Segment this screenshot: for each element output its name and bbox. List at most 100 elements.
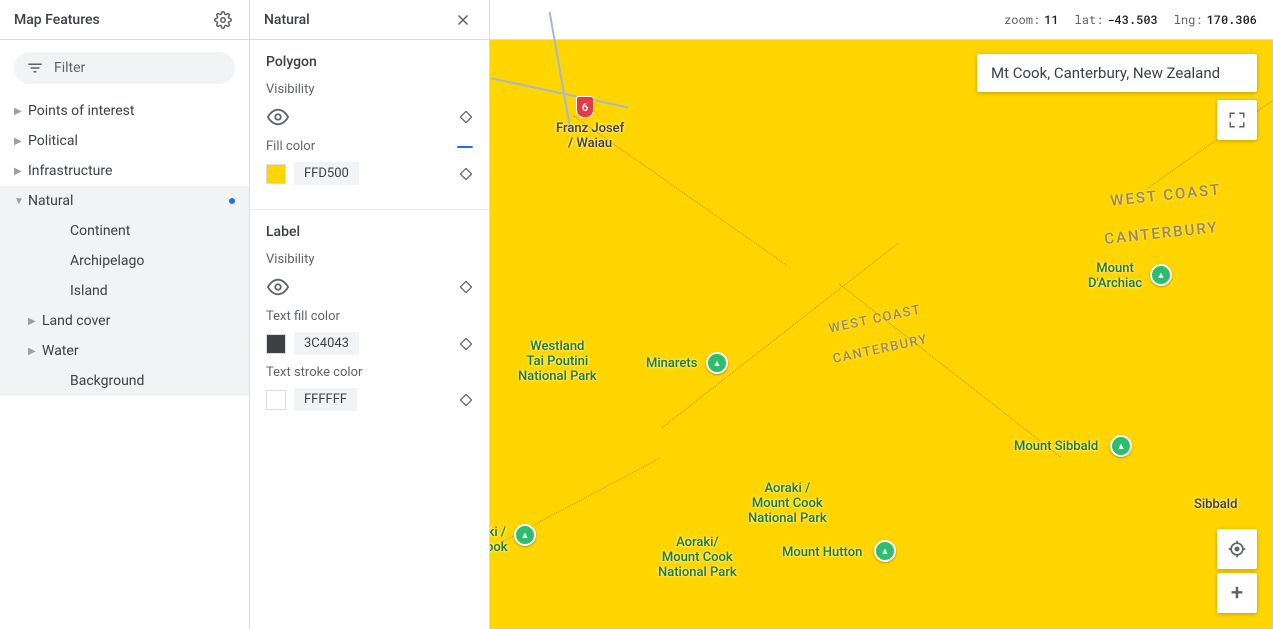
polygon-visibility-row <box>266 105 473 129</box>
gear-icon[interactable] <box>211 8 235 32</box>
mountain-pin-icon <box>1110 435 1132 457</box>
chevron-right-icon: ▶ <box>28 316 42 327</box>
mountain-pin-icon <box>706 352 728 374</box>
active-indicator-icon <box>457 146 473 148</box>
tree-label: Continent <box>42 223 235 239</box>
eye-icon[interactable] <box>266 275 290 299</box>
region-west-coast-2: WEST COAST <box>827 302 922 336</box>
map-label-franz-josef: Franz Josef / Waiau <box>556 122 624 152</box>
close-icon[interactable] <box>451 8 475 32</box>
tree-label: Background <box>42 373 235 389</box>
eye-icon[interactable] <box>266 105 290 129</box>
chevron-down-icon: ▼ <box>14 196 28 207</box>
tree-item-natural[interactable]: ▼ Natural <box>0 186 249 216</box>
text-stroke-input[interactable]: FFFFFF <box>266 388 357 411</box>
zoom-in-button[interactable]: + <box>1217 573 1257 613</box>
route-badge: 6 <box>576 96 594 118</box>
filter-row: Filter <box>0 40 249 96</box>
plus-icon: + <box>1231 581 1243 606</box>
fill-color-label: Fill color <box>266 139 473 154</box>
search-input[interactable]: Mt Cook, Canterbury, New Zealand <box>977 54 1257 92</box>
tree-label: Island <box>42 283 235 299</box>
text-fill-row: 3C4043 <box>266 332 473 355</box>
filter-placeholder: Filter <box>54 60 85 76</box>
inherit-diamond-icon[interactable] <box>459 167 473 181</box>
locate-icon <box>1227 539 1247 559</box>
label-visibility-label: Visibility <box>266 252 473 267</box>
chevron-right-icon: ▶ <box>14 166 28 177</box>
map-label-darchiac: Mount D'Archiac <box>1088 262 1142 292</box>
text-stroke-label: Text stroke color <box>266 365 473 380</box>
tree-item-political[interactable]: ▶ Political <box>0 126 249 156</box>
region-canterbury-1: CANTERBURY <box>1103 218 1219 248</box>
map-label-minarets: Minarets <box>646 357 697 372</box>
fill-color-row: FFD500 <box>266 162 473 185</box>
fill-color-hex[interactable]: FFD500 <box>294 162 359 185</box>
detail-header: Natural <box>250 0 489 40</box>
text-fill-input[interactable]: 3C4043 <box>266 332 359 355</box>
map-area[interactable]: zoom: 11 lat: -43.503 lng: 170.306 6 Fra… <box>490 0 1273 629</box>
modified-dot-icon <box>229 198 235 204</box>
polygon-section: Polygon Visibility Fill color FFD500 <box>250 40 489 210</box>
tree-item-poi[interactable]: ▶ Points of interest <box>0 96 249 126</box>
tree-label: Land cover <box>42 313 235 329</box>
status-zoom: zoom: 11 <box>1004 12 1058 28</box>
tree-label: Political <box>28 133 235 149</box>
text-fill-hex[interactable]: 3C4043 <box>294 332 359 355</box>
chevron-right-icon: ▶ <box>14 136 28 147</box>
label-visibility-row <box>266 275 473 299</box>
inherit-diamond-icon[interactable] <box>459 337 473 351</box>
locate-button[interactable] <box>1217 529 1257 569</box>
features-header: Map Features <box>0 0 249 40</box>
mountain-pin-icon <box>514 524 536 546</box>
border-line <box>839 284 1060 457</box>
inherit-diamond-icon[interactable] <box>459 110 473 124</box>
fill-color-input[interactable]: FFD500 <box>266 162 359 185</box>
inherit-diamond-icon[interactable] <box>459 280 473 294</box>
tree-label: Archipelago <box>42 253 235 269</box>
tree-item-archipelago[interactable]: ▶ Archipelago <box>0 246 249 276</box>
fullscreen-button[interactable] <box>1217 100 1257 140</box>
fill-color-swatch[interactable] <box>266 164 286 184</box>
label-heading: Label <box>266 224 473 240</box>
region-west-coast-1: WEST COAST <box>1109 180 1222 210</box>
tree-item-infrastructure[interactable]: ▶ Infrastructure <box>0 156 249 186</box>
filter-input[interactable]: Filter <box>14 52 235 84</box>
tree-item-island[interactable]: ▶ Island <box>0 276 249 306</box>
inherit-diamond-icon[interactable] <box>459 393 473 407</box>
status-lng: lng: 170.306 <box>1174 12 1257 28</box>
chevron-right-icon: ▶ <box>14 106 28 117</box>
map-canvas[interactable]: 6 Franz Josef / Waiau Westland Tai Pouti… <box>490 40 1273 629</box>
map-label-aoraki-np2: Aoraki/ Mount Cook National Park <box>658 536 737 581</box>
tree-item-background[interactable]: ▶ Background <box>0 366 249 396</box>
text-fill-swatch[interactable] <box>266 334 286 354</box>
features-title: Map Features <box>14 12 100 28</box>
text-stroke-swatch[interactable] <box>266 390 286 410</box>
detail-panel: Natural Polygon Visibility Fill color FF… <box>250 0 490 629</box>
mountain-pin-icon <box>1150 264 1172 286</box>
map-label-ki-ook: ki / ook <box>490 526 508 556</box>
region-canterbury-2: CANTERBURY <box>832 332 930 367</box>
status-bar: zoom: 11 lat: -43.503 lng: 170.306 <box>490 0 1273 40</box>
map-label-mt-sibbald: Mount Sibbald <box>1014 440 1098 455</box>
map-label-westland: Westland Tai Poutini National Park <box>518 340 597 385</box>
fullscreen-icon <box>1228 111 1246 129</box>
text-stroke-hex[interactable]: FFFFFF <box>294 388 357 411</box>
detail-title: Natural <box>264 12 310 28</box>
tree-item-landcover[interactable]: ▶ Land cover <box>0 306 249 336</box>
status-lat: lat: -43.503 <box>1075 12 1158 28</box>
tree-label: Infrastructure <box>28 163 235 179</box>
mountain-pin-icon <box>874 540 896 562</box>
chevron-right-icon: ▶ <box>28 346 42 357</box>
polygon-heading: Polygon <box>266 54 473 70</box>
map-label-aoraki-np1: Aoraki / Mount Cook National Park <box>748 482 827 527</box>
text-stroke-row: FFFFFF <box>266 388 473 411</box>
features-tree: ▶ Points of interest ▶ Political ▶ Infra… <box>0 96 249 629</box>
map-features-panel: Map Features Filter ▶ Points of interest… <box>0 0 250 629</box>
tree-item-water[interactable]: ▶ Water <box>0 336 249 366</box>
tree-item-continent[interactable]: ▶ Continent <box>0 216 249 246</box>
polygon-visibility-label: Visibility <box>266 82 473 97</box>
label-section: Label Visibility Text fill color 3C4043 <box>250 210 489 435</box>
map-label-hutton: Mount Hutton <box>782 546 862 561</box>
tree-label: Water <box>42 343 235 359</box>
